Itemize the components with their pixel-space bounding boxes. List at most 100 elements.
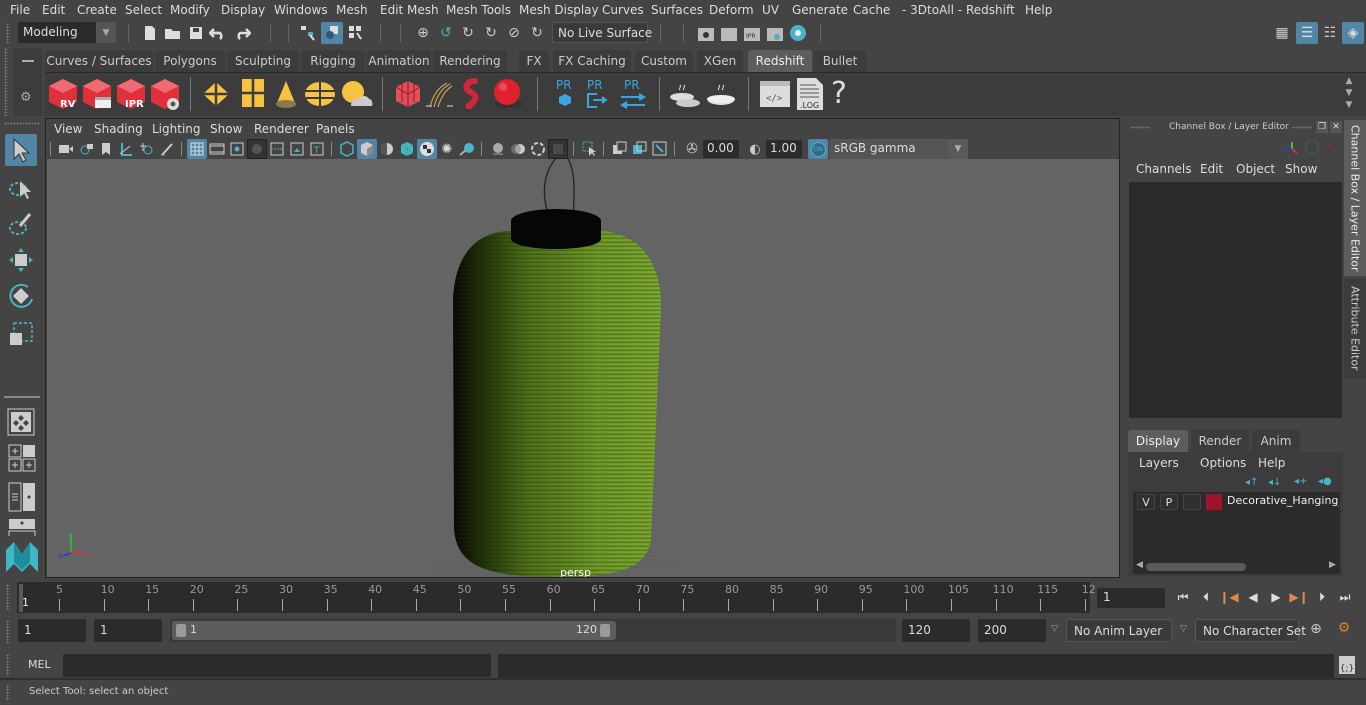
use-default-material-icon[interactable] [377, 139, 397, 159]
attribute-editor-toggle-icon[interactable]: ☰ [1296, 22, 1318, 44]
menu-3dtoall[interactable]: - 3DtoAll - [902, 3, 962, 17]
layer-horizontal-scrollbar[interactable]: ◀ ▶ [1133, 560, 1340, 574]
rs-pr-exchange-icon[interactable]: PR [617, 76, 649, 112]
channel-box-toggle-icon[interactable]: ◈ [1342, 22, 1364, 44]
help-line-grip[interactable] [6, 685, 10, 701]
snap-to-surface-icon[interactable]: ↻ [527, 23, 547, 43]
shelf-tab-polygons[interactable]: Polygons [155, 50, 225, 72]
layout-persp-graph-icon[interactable] [8, 518, 36, 536]
select-camera-icon[interactable] [56, 139, 76, 159]
gamma-field[interactable]: 1.00 [766, 140, 802, 158]
character-set-chevron-icon[interactable]: ▽ [1180, 624, 1187, 634]
viewport-menu-shading[interactable]: Shading [94, 122, 143, 136]
menu-help[interactable]: Help [1025, 3, 1052, 17]
workspace-dropdown[interactable]: Modeling ▼ [18, 22, 116, 43]
layer-tab-anim[interactable]: Anim [1252, 430, 1300, 452]
animation-preferences-icon[interactable]: ⚙ [1334, 620, 1354, 640]
move-layer-up-icon[interactable]: ◂↑ [1245, 477, 1258, 488]
layout-outliner-persp-icon[interactable] [8, 482, 36, 512]
rs-bake-icon[interactable] [705, 79, 737, 109]
step-back-key-icon[interactable]: ❙◀ [1219, 587, 1239, 607]
auto-key-icon[interactable]: ⊕ [1306, 621, 1326, 641]
viewport-menu-lighting[interactable]: Lighting [152, 122, 201, 136]
rs-portal-light-icon[interactable] [241, 78, 265, 108]
select-by-component-icon[interactable] [346, 23, 366, 43]
show-menu[interactable]: Show [1285, 162, 1317, 176]
timeline-grip[interactable] [6, 584, 10, 610]
pen-icon[interactable] [1327, 142, 1337, 152]
shelf-tab-custom[interactable]: Custom [635, 50, 693, 72]
move-layer-down-icon[interactable]: ◂↓ [1268, 477, 1281, 488]
xray-joints-icon[interactable] [650, 139, 670, 159]
close-panel-icon[interactable]: ✕ [1330, 121, 1342, 133]
menu-display[interactable]: Display [221, 3, 265, 17]
step-forward-key-icon[interactable]: ▶❙ [1289, 587, 1309, 607]
shelf-tab-xgen[interactable]: XGen [697, 50, 743, 72]
script-language-toggle[interactable]: MEL [28, 658, 51, 671]
speed-icon[interactable] [1305, 140, 1319, 154]
rs-bake-multi-icon[interactable] [668, 79, 702, 109]
modeling-toolkit-icon[interactable]: ▦ [1272, 23, 1292, 43]
rs-pr-object-icon[interactable]: PR [552, 76, 578, 112]
safe-title-icon[interactable]: T [307, 139, 327, 159]
xray-icon[interactable] [610, 139, 630, 159]
channels-menu[interactable]: Channels [1136, 162, 1192, 176]
shelf-tab-fx[interactable]: FX [519, 50, 549, 72]
object-menu[interactable]: Object [1236, 162, 1275, 176]
rotate-tool[interactable] [5, 280, 37, 312]
screen-space-ao-icon[interactable] [488, 139, 508, 159]
render-settings-icon[interactable] [765, 23, 785, 43]
make-live-icon[interactable]: ⊘ [504, 23, 524, 43]
script-editor-icon[interactable]: {;} [1339, 656, 1355, 674]
viewport-menu-renderer[interactable]: Renderer [254, 122, 309, 136]
new-scene-icon[interactable] [140, 23, 160, 43]
anti-aliasing-icon[interactable] [528, 139, 548, 159]
layer-visibility-toggle[interactable]: V [1137, 494, 1155, 510]
anim-layer-dropdown[interactable]: No Anim Layer [1066, 619, 1172, 642]
image-plane-icon[interactable] [116, 139, 136, 159]
resolution-gate-icon[interactable] [227, 139, 247, 159]
select-tool[interactable] [5, 134, 37, 166]
use-all-lights-icon[interactable]: ✺ [437, 139, 457, 159]
move-tool[interactable] [5, 244, 37, 276]
live-surface-field[interactable]: No Live Surface [552, 22, 652, 43]
lasso-tool[interactable] [5, 172, 37, 204]
render-view-icon[interactable] [696, 23, 716, 43]
shelf-tab-animation[interactable]: Animation [367, 50, 431, 72]
tool-settings-toggle-icon[interactable]: ☷ [1320, 23, 1340, 43]
textured-icon[interactable] [417, 139, 437, 159]
rs-spot-light-icon[interactable] [274, 79, 298, 109]
color-management-toggle[interactable]: ON [808, 139, 828, 159]
select-by-object-icon[interactable] [321, 22, 343, 44]
layer-tab-display[interactable]: Display [1128, 430, 1188, 452]
rs-hair-icon[interactable] [425, 81, 455, 109]
play-forwards-icon[interactable]: ▶ [1266, 587, 1286, 607]
camera-attributes-icon[interactable] [77, 139, 97, 159]
exposure-icon[interactable]: ✇ [682, 139, 702, 159]
go-to-end-icon[interactable]: ⏭ [1335, 587, 1355, 607]
layer-playback-toggle[interactable]: P [1160, 494, 1178, 510]
film-gate-icon[interactable] [207, 139, 227, 159]
layout-four-view-icon[interactable] [8, 444, 36, 472]
manipulator-axes-icon[interactable] [1284, 140, 1300, 156]
rs-pr-export-icon[interactable]: PR [583, 76, 613, 112]
menu-mesh[interactable]: Mesh [336, 3, 368, 17]
menu-mesh-tools[interactable]: Mesh Tools [446, 3, 511, 17]
xray-active-components-icon[interactable] [630, 139, 650, 159]
viewport-menu-show[interactable]: Show [210, 122, 242, 136]
command-line-grip[interactable] [6, 654, 10, 676]
isolate-select-icon[interactable] [580, 139, 600, 159]
channel-list[interactable] [1129, 182, 1342, 418]
menu-mesh-display[interactable]: Mesh Display [519, 3, 599, 17]
safe-action-icon[interactable] [287, 139, 307, 159]
exposure-field[interactable]: 0.00 [703, 140, 739, 158]
menu-surfaces[interactable]: Surfaces [651, 3, 703, 17]
show-manipulator-tool[interactable] [5, 406, 37, 438]
field-chart-icon[interactable] [267, 139, 287, 159]
menu-cache[interactable]: Cache [853, 3, 890, 17]
panel-grip[interactable] [1130, 126, 1150, 129]
layers-menu[interactable]: Layers [1139, 456, 1179, 470]
animation-start-field[interactable]: 1 [18, 619, 86, 642]
select-by-hierarchy-icon[interactable] [298, 23, 318, 43]
menu-deform[interactable]: Deform [709, 3, 754, 17]
